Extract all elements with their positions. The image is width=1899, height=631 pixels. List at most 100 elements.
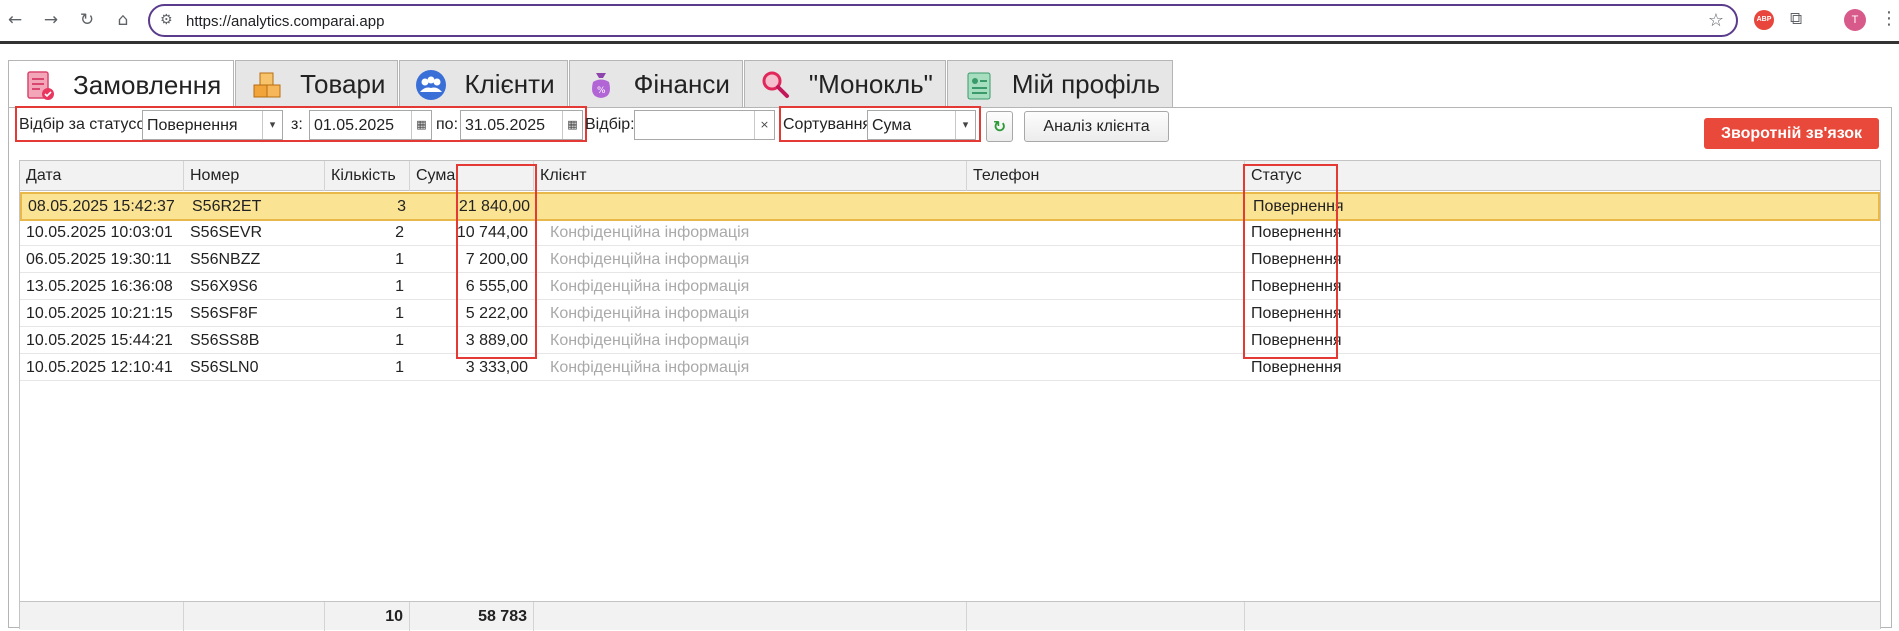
table-row[interactable]: 06.05.2025 19:30:11 S56NBZZ 1 7 200,00 Конфі… [20, 246, 1880, 273]
to-date-value: 31.05.2025 [465, 117, 546, 134]
orders-panel: Відбір за статусом: Повернення ▾ з: 01.0… [8, 106, 1893, 631]
tab-monocle[interactable]: "Монокль" [743, 60, 946, 108]
tab-label: Замовлення [73, 70, 222, 100]
feedback-button[interactable]: Зворотній зв'язок [1704, 118, 1879, 149]
main-tabs: Замовлення Товари Клієнти % Фінанси "Мон… [8, 60, 1174, 110]
calendar-icon[interactable]: ▦ [411, 111, 431, 139]
filters-toolbar: Відбір за статусом: Повернення ▾ з: 01.0… [9, 106, 1893, 158]
tab-label: "Монокль" [808, 69, 933, 99]
column-header-number[interactable]: Номер [184, 161, 325, 191]
cell-phone [969, 193, 1247, 220]
chevron-down-icon[interactable]: ▾ [262, 111, 282, 139]
cell-client: Конфіденційна інформація [550, 251, 750, 268]
column-header-client[interactable]: Клієнт [534, 161, 967, 191]
cell-client: Конфіденційна інформація [550, 332, 750, 349]
table-row[interactable]: 10.05.2025 15:44:21 S56SS8B 1 3 889,00 Конфі… [20, 327, 1880, 354]
cell-status: Повернення [1251, 305, 1342, 322]
browser-menu-icon[interactable]: ⋮ [1880, 8, 1898, 29]
orders-icon [23, 69, 57, 103]
total-sum: 58 783 [410, 602, 534, 631]
tab-label: Мій профіль [1011, 69, 1160, 99]
cell-status: Повернення [1251, 359, 1342, 376]
tab-label: Товари [300, 69, 386, 99]
adblock-extension-icon[interactable]: ABP [1754, 10, 1774, 30]
table-row[interactable]: 13.05.2025 16:36:08 S56X9S6 1 6 555,00 Конфі… [20, 273, 1880, 300]
profile-icon [962, 68, 996, 102]
footer-cell [1245, 602, 1880, 631]
svg-text:%: % [597, 86, 606, 96]
clients-icon [414, 68, 448, 102]
forward-icon[interactable]: → [40, 9, 62, 31]
tab-clients[interactable]: Клієнти [399, 60, 568, 108]
cell-date: 10.05.2025 10:21:15 [26, 305, 173, 322]
back-icon[interactable]: ← [4, 9, 26, 31]
to-label: по: [436, 116, 459, 133]
from-date-input[interactable]: 01.05.2025 ▦ [309, 110, 432, 140]
table-row[interactable]: 10.05.2025 10:21:15 S56SF8F 1 5 222,00 Конфі… [20, 300, 1880, 327]
footer-cell [967, 602, 1245, 631]
sort-label: Сортування: [783, 116, 876, 133]
browser-toolbar: ← → ↻ ⌂ ⚙ https://analytics.comparai.app… [0, 0, 1899, 44]
cell-date: 08.05.2025 15:42:37 [28, 198, 175, 215]
column-header-qty[interactable]: Кількість [325, 161, 410, 191]
magnifier-icon [759, 68, 793, 102]
cell-status: Повернення [1251, 224, 1342, 241]
column-header-status[interactable]: Статус [1245, 161, 1880, 191]
client-analysis-button[interactable]: Аналіз клієнта [1024, 111, 1169, 142]
extensions-puzzle-icon[interactable]: ⧉ [1790, 9, 1802, 29]
sort-select[interactable]: Сума ▾ [867, 110, 976, 140]
clear-icon[interactable]: × [754, 111, 774, 139]
cell-client: Конфіденційна інформація [550, 224, 750, 241]
tab-profile[interactable]: Мій профіль [946, 60, 1173, 108]
cell-client: Конфіденційна інформація [550, 305, 750, 322]
cell-date: 13.05.2025 16:36:08 [26, 278, 173, 295]
site-settings-icon[interactable]: ⚙ [160, 12, 173, 28]
filter-input[interactable]: × [634, 110, 775, 140]
filter-label: Відбір: [585, 116, 635, 133]
to-date-input[interactable]: 31.05.2025 ▦ [460, 110, 583, 140]
profile-avatar[interactable]: T [1844, 9, 1866, 31]
refresh-button[interactable]: ↻ [986, 111, 1013, 142]
money-bag-icon: % [584, 68, 618, 102]
status-filter-select[interactable]: Повернення ▾ [142, 110, 283, 140]
footer-cell [184, 602, 325, 631]
cell-date: 10.05.2025 15:44:21 [26, 332, 173, 349]
table-row[interactable]: 10.05.2025 12:10:41 S56SLN0 1 3 333,00 Конфі… [20, 354, 1880, 381]
cell-status: Повернення [1251, 278, 1342, 295]
home-icon[interactable]: ⌂ [112, 9, 134, 31]
table-row[interactable]: 10.05.2025 10:03:01 S56SEVR 2 10 744,00 Конф… [20, 219, 1880, 246]
cell-qty: 1 [395, 278, 404, 295]
cell-number: S56SEVR [190, 224, 263, 241]
refresh-icon: ↻ [992, 117, 1007, 136]
tab-products[interactable]: Товари [235, 60, 399, 108]
cell-number: S56SF8F [190, 305, 258, 322]
cell-qty: 1 [395, 359, 404, 376]
column-header-date[interactable]: Дата [20, 161, 184, 191]
cell-phone [967, 273, 1245, 300]
sum-column-highlight [456, 164, 537, 359]
cell-qty: 1 [395, 332, 404, 349]
table-footer-totals: 10 58 783 [20, 601, 1880, 631]
sort-value: Сума [872, 117, 912, 134]
cell-qty: 1 [395, 251, 404, 268]
tab-finance[interactable]: % Фінанси [568, 60, 743, 108]
cell-status: Повернення [1251, 332, 1342, 349]
chevron-down-icon[interactable]: ▾ [955, 111, 975, 139]
tab-orders[interactable]: Замовлення [8, 60, 235, 110]
status-filter-value: Повернення [147, 117, 238, 134]
address-bar[interactable]: ⚙ https://analytics.comparai.app ☆ [148, 4, 1738, 37]
cell-date: 10.05.2025 10:03:01 [26, 224, 173, 241]
column-header-phone[interactable]: Телефон [967, 161, 1245, 191]
cell-number: S56R2ET [192, 198, 262, 215]
bookmark-star-icon[interactable]: ☆ [1708, 10, 1724, 31]
tab-label: Клієнти [464, 69, 555, 99]
reload-icon[interactable]: ↻ [76, 9, 98, 31]
footer-cell [20, 602, 184, 631]
footer-cell [534, 602, 967, 631]
table-row[interactable]: 08.05.2025 15:42:37 S56R2ET 3 21 840,00 Пове… [20, 192, 1880, 221]
cell-phone [967, 246, 1245, 273]
url-text[interactable]: https://analytics.comparai.app [186, 13, 384, 30]
cell-client [536, 193, 969, 220]
cell-date: 06.05.2025 19:30:11 [26, 251, 172, 268]
calendar-icon[interactable]: ▦ [562, 111, 582, 139]
